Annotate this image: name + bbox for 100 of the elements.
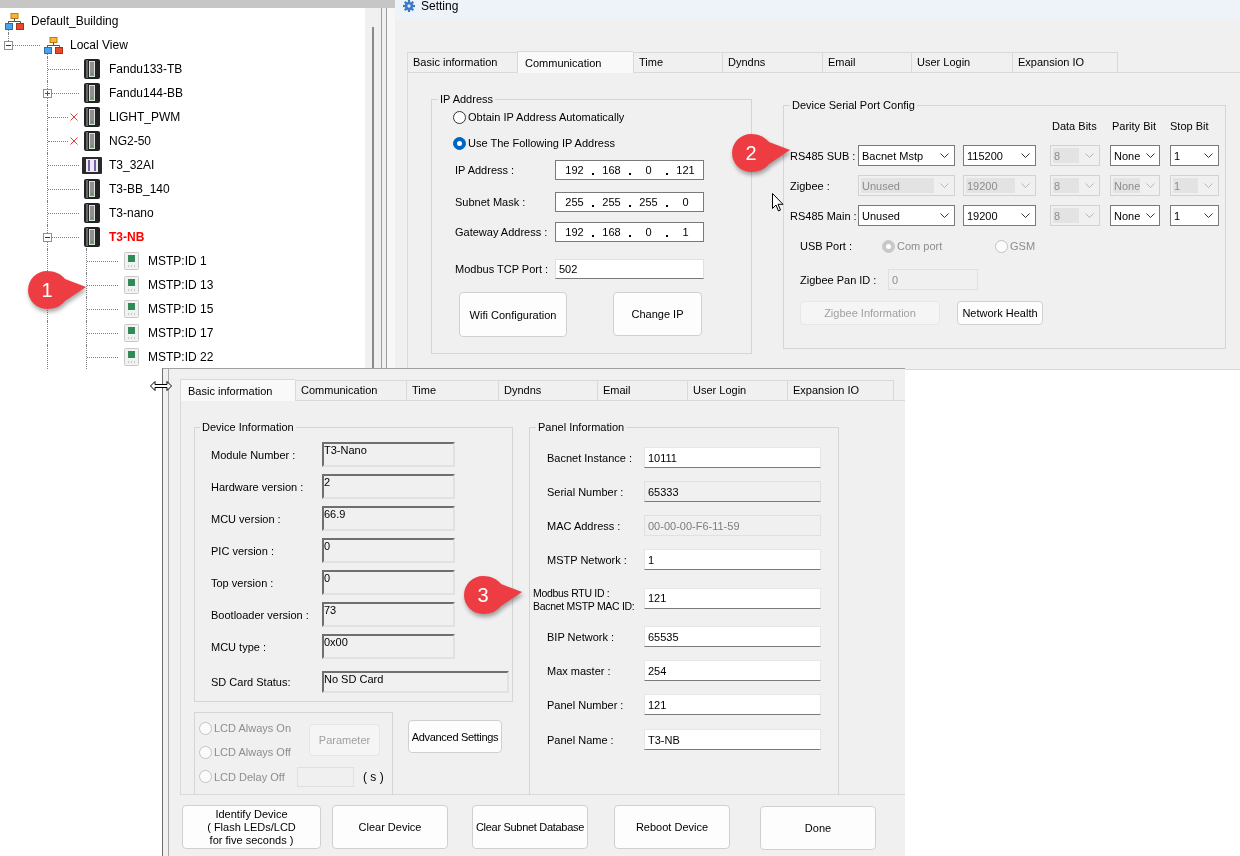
dialog-button[interactable]: Change IP	[613, 292, 702, 336]
field-label: MSTP Network :	[547, 553, 628, 566]
field-label: Top version :	[211, 576, 275, 589]
tab[interactable]: Expansion IO	[787, 380, 894, 400]
field-label: Panel Name :	[547, 733, 615, 746]
field-label: Hardware version :	[211, 480, 305, 493]
tab[interactable]: Email	[822, 52, 911, 72]
field-label: USB Port :	[800, 240, 853, 252]
action-button[interactable]: Identify Device ( Flash LEDs/LCD for five seconds )	[182, 805, 321, 849]
advanced-settings-button[interactable]: Advanced Settings	[408, 720, 502, 753]
tree-item[interactable]: T3-nano	[109, 206, 154, 220]
minus-box-icon[interactable]	[43, 233, 52, 242]
tab[interactable]: Dyndns	[722, 52, 822, 72]
read-only-field: No SD Card	[322, 671, 509, 693]
tree-item[interactable]: Default_Building	[31, 14, 119, 28]
scrollbar[interactable]	[365, 8, 381, 370]
splitter-bar[interactable]	[381, 8, 395, 370]
plus-box-icon[interactable]	[43, 89, 52, 98]
field-label: RS485 Main :	[790, 209, 858, 222]
chevron-down-icon	[940, 153, 949, 158]
text-field[interactable]: 121	[644, 694, 821, 715]
action-button[interactable]: Clear Device	[332, 805, 448, 849]
ip-address-field[interactable]: 192 168 0 121	[555, 160, 704, 180]
tab[interactable]: Basic information	[407, 52, 517, 72]
radio-button[interactable]	[453, 136, 466, 150]
tab[interactable]: User Login	[911, 52, 1012, 72]
dropdown[interactable]: Bacnet Mstp	[858, 145, 955, 166]
column-header: Stop Bit	[1170, 120, 1209, 132]
thermostat-icon	[123, 252, 139, 270]
tab[interactable]: Communication	[295, 380, 406, 400]
tree-item[interactable]: Fandu133-TB	[109, 62, 183, 76]
dropdown[interactable]: 115200	[963, 145, 1036, 166]
column-header: Parity Bit	[1112, 120, 1157, 132]
dropdown[interactable]: 1	[1170, 145, 1219, 166]
field-label: Panel Number :	[547, 698, 625, 711]
tab[interactable]: Time	[633, 52, 722, 72]
chevron-down-icon	[1085, 183, 1094, 188]
tab[interactable]: Dyndns	[498, 380, 597, 400]
tree-item[interactable]: MSTP:ID 13	[148, 278, 214, 292]
text-field[interactable]: 1	[644, 549, 821, 570]
dropdown[interactable]: None	[1110, 205, 1160, 226]
ip-address-field[interactable]: 255 255 255 0	[555, 192, 704, 212]
tree-item[interactable]: MSTP:ID 1	[148, 254, 207, 268]
tree-item[interactable]: Local View	[70, 38, 128, 52]
text-field[interactable]: T3-NB	[644, 729, 821, 750]
read-only-field: 0x00	[322, 634, 455, 659]
field-label: Bootloader version :	[211, 608, 310, 621]
tab[interactable]: Basic information	[180, 379, 295, 401]
tree-item[interactable]: NG2-50	[109, 134, 152, 148]
group-title: Device Serial Port Config	[791, 99, 916, 112]
field-label: IP Address :	[455, 164, 516, 176]
radio-label[interactable]: Use The Following IP Address	[468, 137, 615, 149]
tree-item[interactable]: MSTP:ID 15	[148, 302, 214, 316]
tree-item[interactable]: Fandu144-BB	[109, 86, 184, 100]
dropdown[interactable]: None	[1110, 145, 1160, 166]
action-button[interactable]: Done	[760, 806, 876, 850]
dropdown[interactable]: Unused	[858, 205, 955, 226]
field-label: Modbus TCP Port :	[455, 263, 550, 275]
dropdown[interactable]: 19200	[963, 205, 1036, 226]
field-label: Bacnet Instance :	[547, 451, 633, 464]
thermostat-icon	[123, 300, 139, 318]
tree-item[interactable]: T3-NB	[109, 230, 145, 244]
tab[interactable]: Communication	[517, 51, 633, 73]
tree-item[interactable]: LIGHT_PWM	[109, 110, 181, 124]
column-header: Data Bits	[1052, 120, 1098, 132]
action-button[interactable]: Reboot Device	[614, 805, 730, 849]
text-field[interactable]: 65333	[644, 481, 821, 502]
text-field[interactable]: 254	[644, 660, 821, 681]
field-label: MCU version :	[211, 512, 282, 525]
thermostat-icon	[123, 324, 139, 342]
action-button[interactable]: Clear Subnet Database	[472, 805, 588, 849]
tree-item[interactable]: MSTP:ID 17	[148, 326, 214, 340]
text-field[interactable]: 121	[644, 587, 821, 609]
chevron-down-icon	[940, 213, 949, 218]
tree-item[interactable]: MSTP:ID 22	[148, 350, 214, 364]
port-field[interactable]: 502	[555, 259, 704, 279]
dialog-button[interactable]: Network Health	[957, 301, 1043, 325]
dialog-button[interactable]: Wifi Configuration	[459, 292, 567, 337]
tree-item[interactable]: T3_32AI	[109, 158, 155, 172]
tab[interactable]: Email	[597, 380, 687, 400]
unit-label: ( s )	[363, 769, 385, 784]
callout-badge: 1	[25, 270, 87, 310]
radio-button[interactable]	[453, 110, 466, 124]
dropdown[interactable]: 1	[1170, 205, 1219, 226]
chevron-down-icon	[1021, 153, 1030, 158]
ip-address-field[interactable]: 192 168 0 1	[555, 222, 704, 242]
radio-label[interactable]: Obtain IP Address Automatically	[468, 111, 625, 123]
network-icon	[4, 12, 24, 30]
tab[interactable]: Time	[406, 380, 498, 400]
tab[interactable]: Expansion IO	[1012, 52, 1118, 72]
text-field[interactable]: 65535	[644, 626, 821, 647]
text-field[interactable]: 10111	[644, 447, 821, 468]
field-label: MAC Address :	[547, 519, 622, 532]
tree-item[interactable]: T3-BB_140	[109, 182, 170, 196]
chevron-down-icon	[1085, 213, 1094, 218]
thermostat-icon	[123, 348, 139, 366]
read-only-field: 73	[322, 602, 455, 627]
controller-device-icon	[84, 203, 100, 223]
minus-box-icon[interactable]	[4, 41, 13, 50]
tab[interactable]: User Login	[687, 380, 787, 400]
